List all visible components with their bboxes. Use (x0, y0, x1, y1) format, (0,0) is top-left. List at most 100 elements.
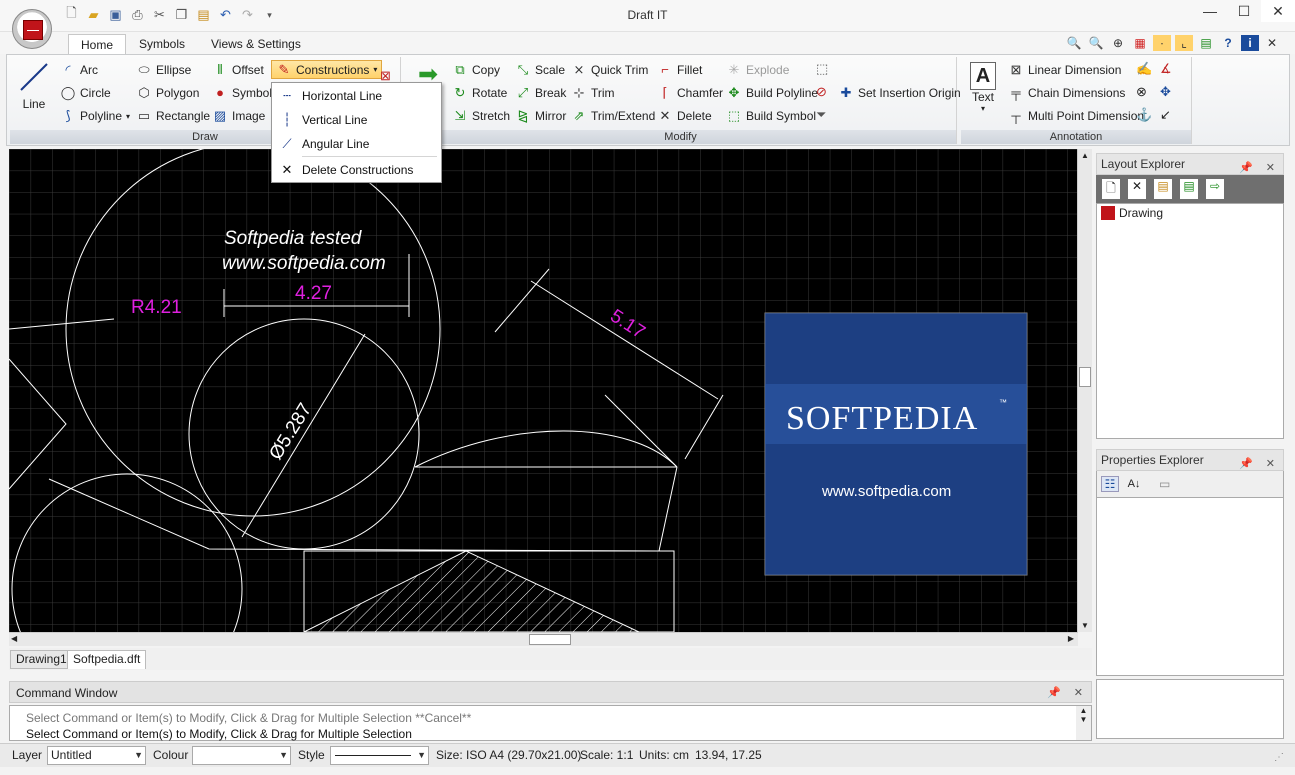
scale-button[interactable]: ⤡ Scale (515, 61, 565, 79)
symbol-button[interactable]: ● Symbol (212, 84, 272, 102)
new-layout-icon[interactable]: 🗋 (1102, 179, 1120, 199)
constructions-button[interactable]: ✎ Constructions ▾ (271, 60, 383, 79)
center-mark-icon[interactable]: ⊗ (1136, 84, 1147, 100)
horizontal-scroll-thumb[interactable] (529, 634, 571, 645)
tab-views-settings[interactable]: Views & Settings (199, 34, 313, 54)
text-button[interactable]: A Text ▾ (966, 60, 1000, 120)
line-button[interactable]: Line (14, 60, 54, 116)
categorized-icon[interactable]: ☷ (1101, 476, 1119, 492)
mirror-button[interactable]: ⧎ Mirror (515, 107, 567, 125)
command-scrollbar[interactable]: ▲ ▼ (1076, 706, 1091, 740)
tree-item-drawing[interactable]: Drawing (1101, 206, 1163, 220)
offset-button[interactable]: ⫴ Offset (212, 61, 264, 79)
doc-tab-softpedia[interactable]: Softpedia.dft (67, 650, 147, 669)
menu-item-delete-constructions[interactable]: ✕ Delete Constructions (272, 158, 441, 182)
delete-layout-icon[interactable]: ✕ (1128, 179, 1146, 199)
quick-trim-button[interactable]: ⨯ Quick Trim (571, 61, 649, 79)
zoom-in-icon[interactable]: 🔍 (1065, 35, 1083, 51)
drawing-canvas[interactable]: Softpedia tested www.softpedia.com R4.21… (9, 149, 1078, 632)
image-button[interactable]: ▨ Image (212, 107, 266, 125)
polygon-button[interactable]: ⬡ Polygon (136, 84, 199, 102)
linear-dimension-button[interactable]: ⊠ Linear Dimension (1008, 61, 1122, 79)
info-icon[interactable]: i (1241, 35, 1259, 51)
scroll-up-icon[interactable]: ▲ (1081, 151, 1089, 160)
export-icon[interactable]: ▤ (1197, 35, 1215, 51)
copy-button[interactable]: ⧉ Copy (452, 61, 500, 79)
tab-symbols[interactable]: Symbols (127, 34, 197, 54)
build-symbol-button[interactable]: ⬚ Build Symbol (726, 107, 816, 125)
chamfer-button[interactable]: ⌈ Chamfer (657, 84, 723, 102)
command-window-body[interactable]: Select Command or Item(s) to Modify, Cli… (9, 705, 1092, 741)
polyline-button[interactable]: ⟆ Polyline ▾ (60, 107, 130, 125)
text-style-icon[interactable]: ✍ (1136, 61, 1152, 77)
zoom-extents-icon[interactable]: ⊕ (1109, 35, 1127, 51)
constructions-label: Constructions (296, 62, 370, 77)
import-layout-icon[interactable]: ⇨ (1206, 179, 1224, 199)
stretch-button[interactable]: ⇲ Stretch (452, 107, 510, 125)
drawing-svg[interactable]: Softpedia tested www.softpedia.com R4.21… (9, 149, 1078, 632)
leader-icon[interactable]: ↙ (1160, 107, 1171, 123)
zoom-out-icon[interactable]: 🔍 (1087, 35, 1105, 51)
move-icon[interactable]: ✥ (1160, 84, 1171, 100)
select-all-icon[interactable]: ⬚ (816, 61, 828, 77)
angular-dimension-icon[interactable]: ∡ (1160, 61, 1172, 77)
scroll-left-icon[interactable]: ◀ (11, 634, 17, 643)
pin-icon[interactable]: 📌 (1239, 454, 1253, 474)
break-button[interactable]: ⤢ Break (515, 84, 567, 102)
filter-icon[interactable]: ⏷ (816, 107, 826, 123)
export-layout-icon[interactable]: ▤ (1180, 179, 1198, 199)
snap-icon[interactable]: ∙ (1153, 35, 1171, 51)
close-icon[interactable]: ✕ (1266, 454, 1275, 474)
scroll-down-icon[interactable]: ▼ (1081, 621, 1089, 630)
close-icon[interactable]: ✕ (1266, 158, 1275, 178)
menu-item-angular-line[interactable]: ⟋ Angular Line (272, 132, 441, 156)
scroll-right-icon[interactable]: ▶ (1068, 634, 1074, 643)
delete-icon: ✕ (281, 162, 293, 177)
build-polyline-button[interactable]: ✥ Build Polyline (726, 84, 819, 102)
grid-icon[interactable]: ▦ (1131, 35, 1149, 51)
layer-select[interactable]: Untitled ▼ (47, 746, 146, 765)
multi-point-dimension-button[interactable]: ┬ Multi Point Dimension (1008, 107, 1144, 125)
arc-button[interactable]: ◜ Arc (60, 61, 98, 79)
colour-select[interactable]: ▼ (192, 746, 291, 765)
anchor-icon[interactable]: ⚓ (1136, 107, 1152, 123)
close-icon[interactable]: ✕ (1074, 686, 1083, 699)
canvas-vertical-scrollbar[interactable]: ▲ ▼ (1077, 149, 1092, 632)
print-layout-icon[interactable]: ▤ (1154, 179, 1172, 199)
menu-item-horizontal-line[interactable]: ┄ Horizontal Line (272, 84, 441, 108)
canvas-horizontal-scrollbar[interactable]: ◀ ▶ (9, 632, 1078, 646)
chain-dimensions-button[interactable]: ╤ Chain Dimensions (1008, 84, 1125, 102)
menu-item-label: Vertical Line (302, 113, 368, 127)
close-ribbon-icon[interactable]: ✕ (1263, 35, 1281, 51)
help-icon[interactable]: ? (1219, 35, 1237, 51)
menu-item-vertical-line[interactable]: ┆ Vertical Line (272, 108, 441, 132)
vertical-scroll-thumb[interactable] (1079, 367, 1091, 387)
ortho-icon[interactable]: ⌞ (1175, 35, 1193, 51)
app-menu-button[interactable] (12, 9, 52, 49)
tab-home[interactable]: Home (68, 34, 127, 55)
explode-button[interactable]: ✳ Explode (726, 61, 790, 79)
doc-tab-drawing1[interactable]: Drawing1 (10, 650, 73, 669)
pin-icon[interactable]: 📌 (1047, 686, 1061, 699)
trim-extend-button[interactable]: ⇗ Trim/Extend (571, 107, 656, 125)
delete-button[interactable]: ✕ Delete (657, 107, 712, 125)
minimize-button[interactable]: — (1193, 0, 1227, 22)
fillet-button[interactable]: ⌐ Fillet (657, 61, 702, 79)
chain-dimensions-label: Chain Dimensions (1028, 86, 1126, 100)
ellipse-button[interactable]: ⬭ Ellipse (136, 61, 191, 79)
set-insertion-origin-button[interactable]: ✚ Set Insertion Origin (838, 84, 961, 102)
pin-icon[interactable]: 📌 (1239, 158, 1253, 178)
circle-label: Circle (80, 86, 111, 100)
circle-button[interactable]: ◯ Circle (60, 84, 111, 102)
close-button[interactable]: ✕ (1261, 0, 1295, 22)
maximize-button[interactable]: ☐ (1227, 0, 1261, 22)
trim-extend-icon: ⇗ (573, 108, 585, 123)
rotate-button[interactable]: ↻ Rotate (452, 84, 508, 102)
trim-button[interactable]: ⊹ Trim (571, 84, 615, 102)
property-pages-icon[interactable]: ▭ (1159, 477, 1170, 491)
resize-grip-icon[interactable]: ⋰ (1274, 752, 1284, 763)
no-select-icon[interactable]: ⊘ (816, 84, 827, 100)
sort-alphabetical-icon[interactable]: A↓ (1125, 478, 1143, 490)
rectangle-button[interactable]: ▭ Rectangle (136, 107, 210, 125)
style-select[interactable]: ▼ (330, 746, 429, 765)
